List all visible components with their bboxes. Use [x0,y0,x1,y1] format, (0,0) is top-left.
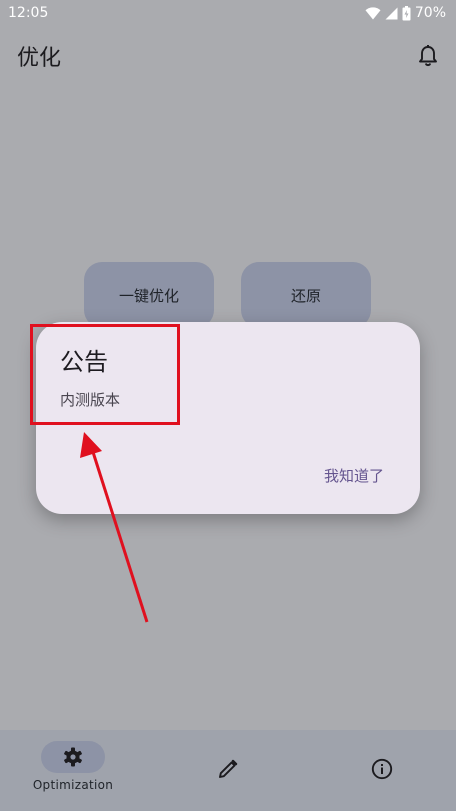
info-icon [371,758,393,780]
notifications-button[interactable] [416,44,440,68]
pencil-icon [219,759,238,778]
dialog-confirm-button[interactable]: 我知道了 [324,465,384,486]
annotation-highlight-box [30,324,180,425]
status-icons: 70% [365,5,446,21]
bottom-navigation: Optimization [0,730,456,811]
gear-icon [64,747,82,767]
wifi-icon [365,6,381,20]
restore-button[interactable]: 还原 [241,262,371,328]
status-time: 12:05 [8,5,49,21]
battery-icon [402,5,411,20]
bell-icon [419,45,437,67]
one-click-optimize-button[interactable]: 一键优化 [84,262,214,328]
page-title: 优化 [17,46,62,71]
nav-label-optimization: Optimization [32,778,114,792]
nav-item-optimization[interactable]: Optimization [13,730,133,811]
app-bar: 优化 [0,28,456,84]
nav-item-info[interactable] [322,730,442,811]
signal-icon [385,7,398,19]
nav-item-edit[interactable] [168,730,288,811]
battery-percent: 70% [414,5,446,21]
status-bar: 12:05 70% [0,0,456,26]
nav-active-indicator [41,741,105,773]
